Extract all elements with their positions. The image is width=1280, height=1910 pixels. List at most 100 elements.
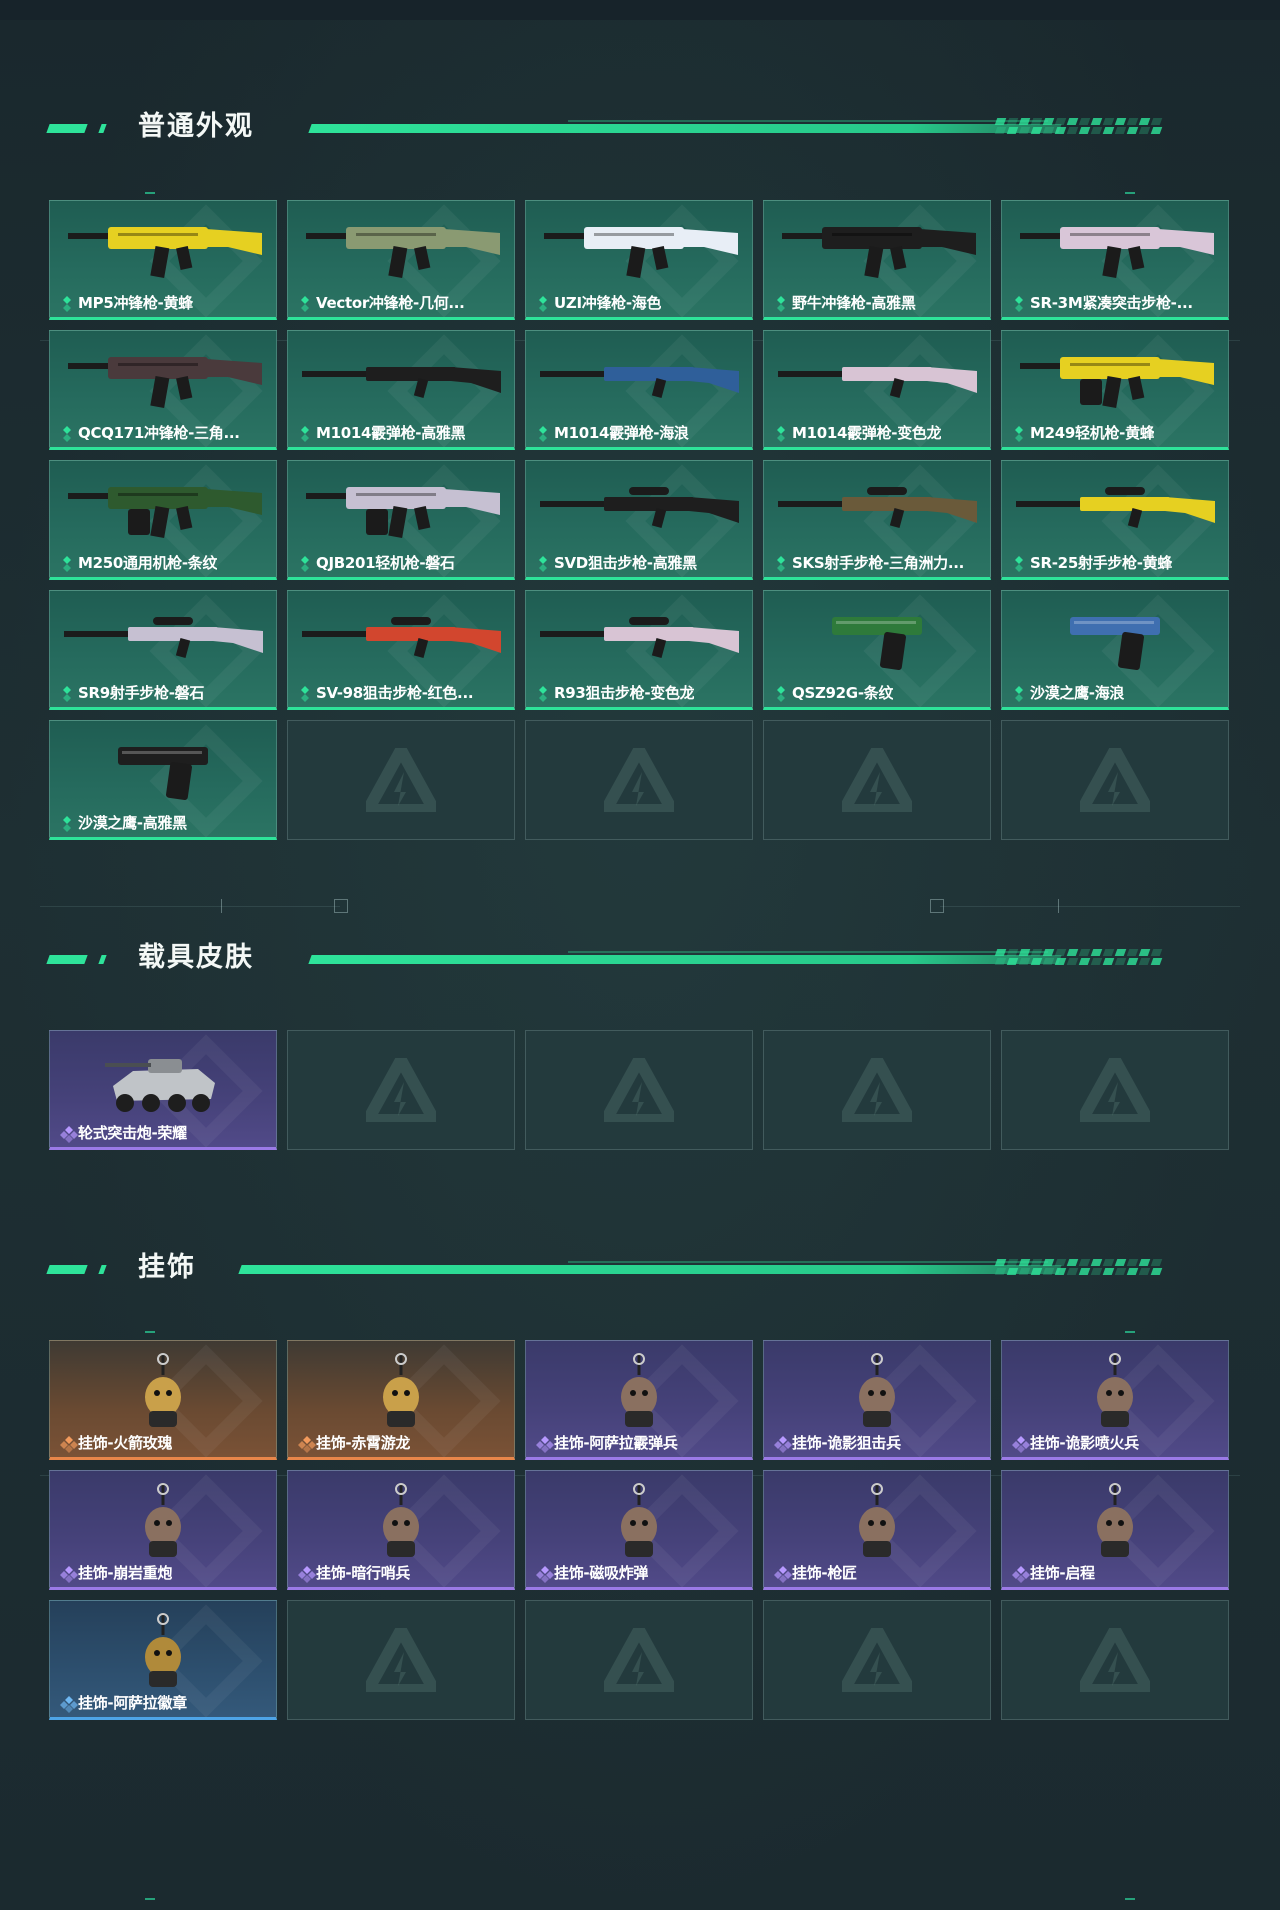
sniper-icon [534,471,744,555]
weapons-item-card[interactable]: 沙漠之鹰-高雅黑 [49,720,277,840]
charm-grid: 挂饰-火箭玫瑰 挂饰-赤霄游龙 挂饰-阿萨拉霰弹兵 挂饰-诡影狙击兵 挂饰-诡影喷火兵挂… [49,1340,1229,1720]
weapons-item-card[interactable]: QJB201轻机枪-磐石 [287,460,515,580]
charm-icon [133,1351,193,1441]
item-name: SVD狙击步枪-高雅黑 [554,554,697,572]
weapons-item-card[interactable]: Vector冲锋枪-几何... [287,200,515,320]
charms-item-card[interactable]: 挂饰-崩岩重炮 [49,1470,277,1590]
rarity-icon [536,555,548,572]
card-label-row: 野牛冲锋枪-高雅黑 [774,292,916,313]
deco-divider [40,906,340,907]
weapons-item-card[interactable]: SR-3M紧凑突击步枪-... [1001,200,1229,320]
charm-icon [133,1481,193,1571]
deco-divider [940,906,1240,907]
rarity-icon [60,815,72,832]
charms-item-card[interactable]: 挂饰-启程 [1001,1470,1229,1590]
empty-slot [1001,720,1229,840]
smg-icon [534,211,744,295]
deco-tick [1058,899,1059,913]
empty-slot [287,1600,515,1720]
charms-item-card[interactable]: 挂饰-诡影狙击兵 [763,1340,991,1460]
charms-item-card[interactable]: 挂饰-枪匠 [763,1470,991,1590]
section-title: 挂饰 [138,1252,196,1283]
deco-tick [221,899,222,913]
charms-item-card[interactable]: 挂饰-阿萨拉徽章 [49,1600,277,1720]
weapons-item-card[interactable]: R93狙击步枪-变色龙 [525,590,753,710]
charms-item-card[interactable]: 挂饰-诡影喷火兵 [1001,1340,1229,1460]
card-label-row: M1014霰弹枪-海浪 [536,422,689,443]
charm-icon [133,1611,193,1701]
deco-mark [145,192,155,194]
item-name: M1014霰弹枪-高雅黑 [316,424,466,442]
card-label-row: M249轻机枪-黄蜂 [1012,422,1154,443]
weapons-item-card[interactable]: M249轻机枪-黄蜂 [1001,330,1229,450]
charm-icon [1085,1351,1145,1441]
card-label-row: SR-3M紧凑突击步枪-... [1012,292,1193,313]
card-label-row: 挂饰-阿萨拉徽章 [60,1692,187,1713]
placeholder-logo-icon [842,748,912,812]
item-name: M249轻机枪-黄蜂 [1030,424,1155,442]
charms-item-card[interactable]: 挂饰-阿萨拉霰弹兵 [525,1340,753,1460]
charms-item-card[interactable]: 挂饰-火箭玫瑰 [49,1340,277,1460]
weapons-item-card[interactable]: SR-25射手步枪-黄蜂 [1001,460,1229,580]
shotgun-icon [772,341,982,425]
card-label-row: M1014霰弹枪-变色龙 [774,422,941,443]
shotgun-icon [534,341,744,425]
rarity-icon [60,425,72,442]
placeholder-logo-icon [842,1628,912,1692]
weapons-item-card[interactable]: SVD狙击步枪-高雅黑 [525,460,753,580]
rarity-icon [774,555,786,572]
weapons-item-card[interactable]: 野牛冲锋枪-高雅黑 [763,200,991,320]
section-title: 载具皮肤 [138,942,254,973]
deco-mark [145,1898,155,1900]
rarity-icon [298,295,310,312]
charms-item-card[interactable]: 挂饰-磁吸炸弹 [525,1470,753,1590]
weapons-item-card[interactable]: M1014霰弹枪-海浪 [525,330,753,450]
rarity-icon [60,555,72,572]
section-header-weapons: 普通外观 [46,107,1200,147]
rarity-icon [536,1435,554,1453]
header-line-thin [568,1261,1048,1263]
weapons-item-card[interactable]: QCQ171冲锋枪-三角... [49,330,277,450]
rarity-icon [1012,425,1024,442]
weapons-item-card[interactable]: M250通用机枪-条纹 [49,460,277,580]
weapons-item-card[interactable]: UZI冲锋枪-海色 [525,200,753,320]
empty-slot [525,1030,753,1150]
weapons-item-card[interactable]: MP5冲锋枪-黄蜂 [49,200,277,320]
weapons-item-card[interactable]: M1014霰弹枪-变色龙 [763,330,991,450]
pistol-icon [58,731,268,815]
weapons-item-card[interactable]: M1014霰弹枪-高雅黑 [287,330,515,450]
deco-mark [145,1331,155,1333]
item-name: M1014霰弹枪-海浪 [554,424,689,442]
placeholder-logo-icon [366,748,436,812]
empty-slot [763,1600,991,1720]
placeholder-logo-icon [604,1628,674,1692]
placeholder-logo-icon [842,1058,912,1122]
item-name: 挂饰-枪匠 [792,1564,857,1582]
item-name: SKS射手步枪-三角洲力... [792,554,965,572]
smg-icon [58,341,268,425]
weapons-item-card[interactable]: SR9射手步枪-磐石 [49,590,277,710]
item-name: SR-25射手步枪-黄蜂 [1030,554,1173,572]
card-label-row: R93狙击步枪-变色龙 [536,682,694,703]
item-name: 轮式突击炮-荣耀 [78,1124,187,1142]
header-line [238,1265,1062,1274]
card-label-row: 挂饰-崩岩重炮 [60,1562,172,1583]
rarity-icon [774,1565,792,1583]
rarity-icon [536,295,548,312]
charms-item-card[interactable]: 挂饰-暗行哨兵 [287,1470,515,1590]
section-header-charms: 挂饰 [46,1248,1200,1288]
item-name: MP5冲锋枪-黄蜂 [78,294,193,312]
card-label-row: 沙漠之鹰-海浪 [1012,682,1124,703]
rarity-icon [60,1695,78,1713]
header-accent-bar [98,955,107,964]
charm-icon [371,1481,431,1571]
card-label-row: 挂饰-火箭玫瑰 [60,1432,172,1453]
weapons-item-card[interactable]: SV-98狙击步枪-红色... [287,590,515,710]
empty-slot [525,1600,753,1720]
weapons-item-card[interactable]: QSZ92G-条纹 [763,590,991,710]
weapons-item-card[interactable]: 沙漠之鹰-海浪 [1001,590,1229,710]
weapons-item-card[interactable]: SKS射手步枪-三角洲力... [763,460,991,580]
vehicles-item-card[interactable]: 轮式突击炮-荣耀 [49,1030,277,1150]
header-line-thin [568,120,1048,122]
charms-item-card[interactable]: 挂饰-赤霄游龙 [287,1340,515,1460]
